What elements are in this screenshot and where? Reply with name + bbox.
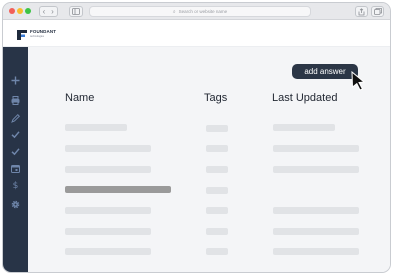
- address-placeholder: Search or website name: [178, 9, 228, 14]
- date-placeholder: [273, 228, 359, 235]
- sidebar-toggle-button[interactable]: [69, 6, 83, 17]
- share-icon: [358, 8, 365, 16]
- close-window-button[interactable]: [9, 8, 15, 14]
- forward-button[interactable]: ›: [48, 6, 58, 17]
- pencil-icon[interactable]: [10, 113, 21, 124]
- browser-chrome: ‹ › ⌕ Search or website name: [3, 3, 390, 20]
- tags-placeholder: [206, 248, 228, 255]
- date-placeholder: [273, 124, 335, 131]
- column-header-last-updated[interactable]: Last Updated: [272, 92, 337, 104]
- name-placeholder: [65, 166, 151, 173]
- browser-window: ‹ › ⌕ Search or website name FOUNDANT te…: [2, 2, 391, 273]
- minimize-window-button[interactable]: [17, 8, 23, 14]
- tags-placeholder: [206, 125, 228, 132]
- share-button[interactable]: [355, 6, 368, 17]
- name-placeholder: [65, 145, 151, 152]
- tags-placeholder: [206, 207, 228, 214]
- chevron-left-icon: ‹: [42, 7, 46, 16]
- tags-placeholder: [206, 145, 228, 152]
- tags-placeholder: [206, 187, 228, 194]
- name-placeholder: [65, 207, 151, 214]
- app-header: FOUNDANT technologies: [3, 20, 390, 47]
- logo-subtitle: technologies: [30, 35, 45, 38]
- dollar-icon[interactable]: $: [10, 181, 21, 192]
- calendar-icon[interactable]: [10, 163, 21, 174]
- tags-placeholder: [206, 228, 228, 235]
- mouse-pointer-icon: [351, 71, 366, 91]
- sidebar-icon: [72, 8, 80, 15]
- printer-icon[interactable]: [10, 95, 21, 106]
- tags-placeholder: [206, 166, 228, 173]
- name-placeholder: [65, 248, 151, 255]
- plus-icon[interactable]: [10, 75, 21, 86]
- date-placeholder: [273, 248, 359, 255]
- logo-title: FOUNDANT: [30, 29, 57, 34]
- check-icon[interactable]: [10, 129, 21, 140]
- search-icon: ⌕: [172, 9, 176, 15]
- date-placeholder: [273, 207, 359, 214]
- name-placeholder: [65, 124, 127, 131]
- main-content: add answer Name Tags Last Updated: [28, 47, 390, 272]
- address-bar[interactable]: ⌕ Search or website name: [89, 6, 311, 17]
- tabs-icon: [373, 8, 382, 15]
- name-placeholder-highlighted: [65, 186, 171, 193]
- name-placeholder: [65, 228, 151, 235]
- column-header-tags[interactable]: Tags: [204, 92, 227, 104]
- date-placeholder: [273, 145, 359, 152]
- chevron-right-icon: ›: [51, 7, 54, 16]
- gear-icon[interactable]: [10, 199, 21, 210]
- date-placeholder: [273, 166, 359, 173]
- sidebar: $: [3, 47, 28, 272]
- column-header-name[interactable]: Name: [65, 92, 94, 104]
- maximize-window-button[interactable]: [25, 8, 31, 14]
- add-answer-button[interactable]: add answer: [292, 64, 358, 79]
- foundant-logo-icon[interactable]: [17, 29, 29, 41]
- check-icon[interactable]: [10, 146, 21, 157]
- new-tab-button[interactable]: [371, 6, 384, 17]
